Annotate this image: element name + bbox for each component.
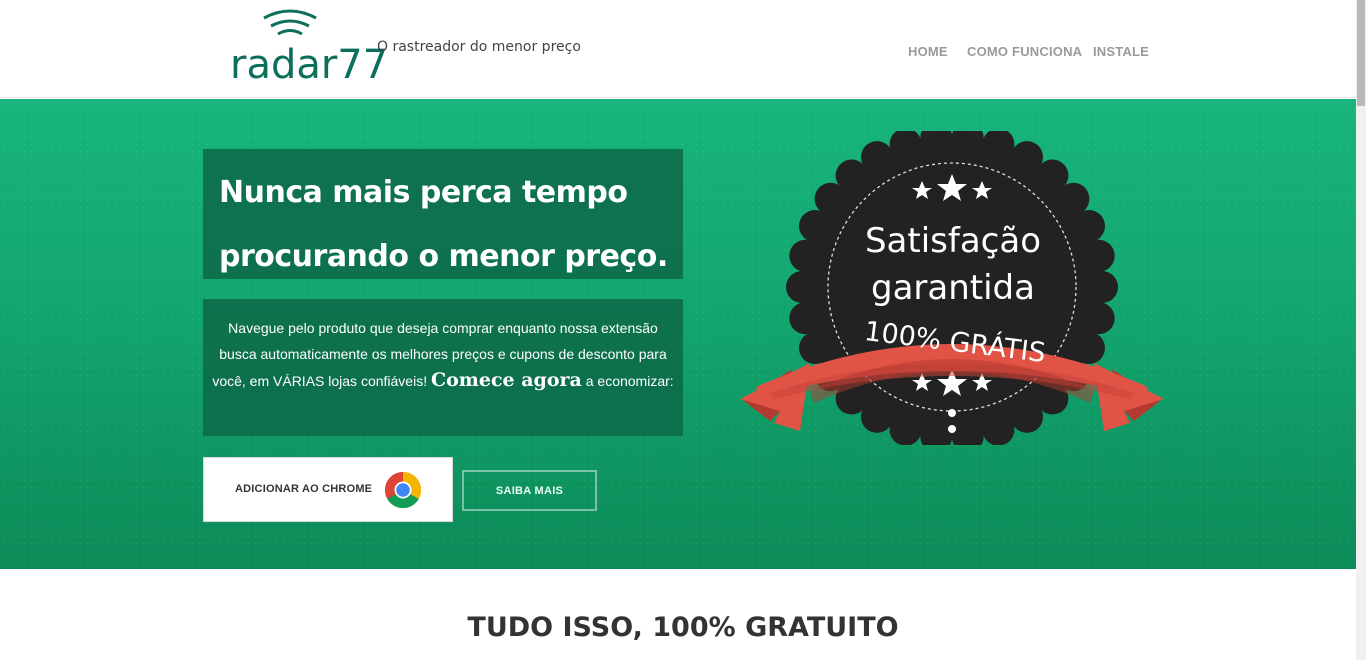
description-emphasis: Comece agora: [430, 369, 582, 391]
badge-line-1: Satisfação: [864, 221, 1042, 261]
page-scrollbar[interactable]: [1356, 0, 1366, 660]
nav-home[interactable]: HOME: [908, 44, 948, 59]
logo-text: radar77: [230, 42, 389, 88]
chrome-icon: [384, 472, 422, 509]
badge-line-2: garantida: [871, 268, 1035, 308]
headline-line-2: procurando o menor preço.: [219, 239, 668, 274]
nav-como-funciona[interactable]: COMO FUNCIONA: [967, 44, 1082, 59]
add-to-chrome-button[interactable]: ADICIONAR AO CHROME: [203, 457, 453, 522]
tagline: O rastreador do menor preço: [377, 39, 581, 55]
description-text-end: a economizar:: [585, 373, 674, 389]
hero-headline: Nunca mais perca tempo procurando o meno…: [219, 161, 679, 289]
scrollbar-thumb[interactable]: [1357, 0, 1365, 106]
site-header: radar77 O rastreador do menor preço HOME…: [0, 0, 1366, 98]
section-title: TUDO ISSO, 100% GRATUITO: [467, 612, 899, 643]
learn-more-label: SAIBA MAIS: [495, 485, 564, 497]
logo[interactable]: radar77: [228, 6, 388, 90]
learn-more-button[interactable]: SAIBA MAIS: [462, 470, 597, 511]
hero-description: Navegue pelo produto que deseja comprar …: [212, 315, 674, 394]
nav-instale[interactable]: INSTALE: [1093, 44, 1149, 59]
satisfaction-badge: Satisfação garantida 100% GRÁTIS: [740, 121, 1164, 453]
headline-line-1: Nunca mais perca tempo: [219, 175, 628, 210]
add-to-chrome-label: ADICIONAR AO CHROME: [235, 483, 373, 495]
hero-section: Nunca mais perca tempo procurando o meno…: [0, 99, 1356, 569]
